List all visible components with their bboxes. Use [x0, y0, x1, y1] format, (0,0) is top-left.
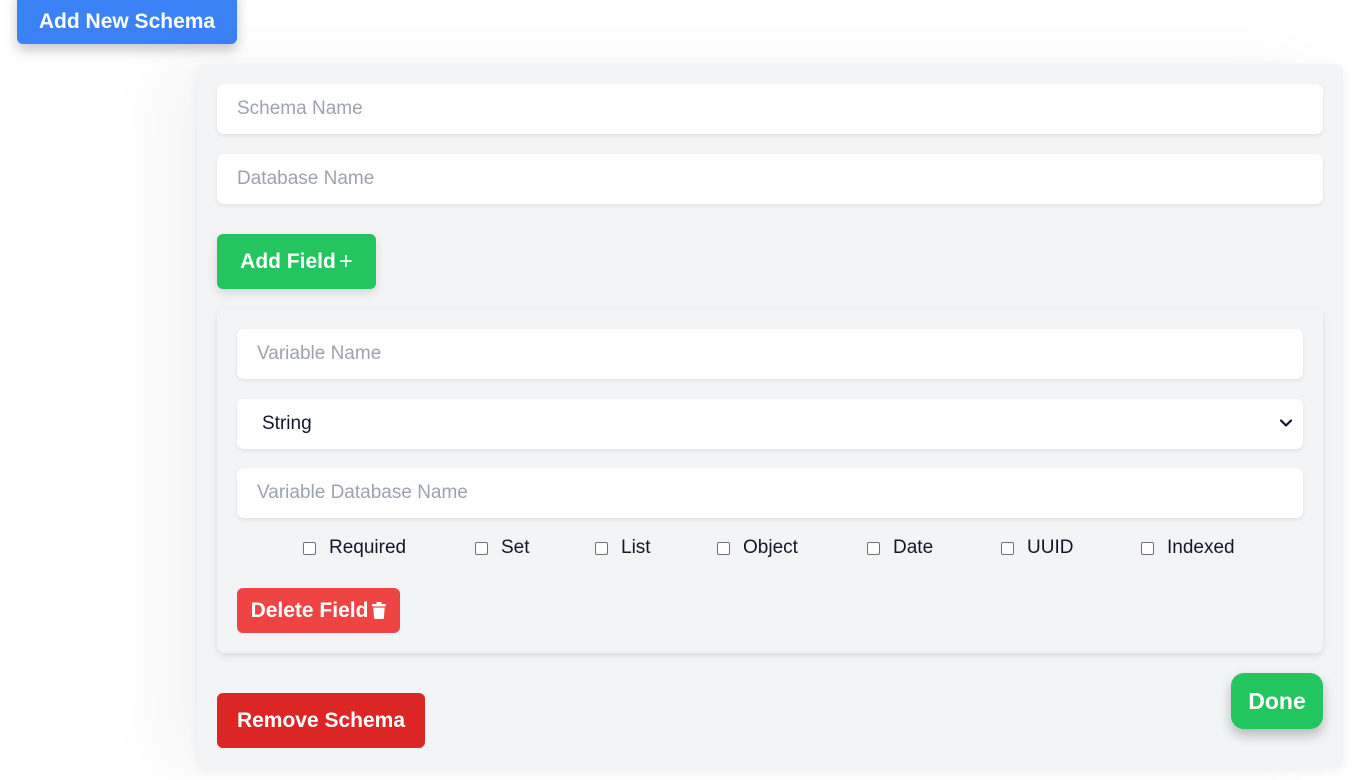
uuid-label: UUID: [1027, 537, 1074, 558]
remove-schema-button[interactable]: Remove Schema: [217, 693, 425, 748]
add-new-schema-button[interactable]: Add New Schema: [17, 0, 237, 44]
plus-icon: +: [338, 247, 353, 275]
add-field-label: Add Field: [240, 249, 336, 273]
variable-database-name-input[interactable]: [237, 468, 1303, 518]
database-name-input[interactable]: [217, 154, 1323, 204]
option-required[interactable]: Required: [303, 537, 406, 559]
chevron-down-icon: [1279, 419, 1293, 427]
date-checkbox[interactable]: [867, 541, 880, 555]
field-type-select[interactable]: String: [237, 399, 1303, 449]
delete-field-label: Delete Field: [250, 598, 369, 622]
required-checkbox[interactable]: [303, 541, 316, 555]
set-checkbox[interactable]: [475, 541, 488, 555]
list-checkbox[interactable]: [595, 541, 608, 555]
schema-card: Add Field + String Required Set List: [197, 64, 1343, 768]
object-checkbox[interactable]: [717, 541, 730, 555]
trash-icon: [372, 602, 387, 619]
object-label: Object: [743, 537, 798, 558]
option-set[interactable]: Set: [475, 537, 530, 559]
field-type-selected-value: String: [262, 413, 312, 434]
option-object[interactable]: Object: [717, 537, 798, 559]
schema-name-input[interactable]: [217, 84, 1323, 134]
date-label: Date: [893, 537, 934, 558]
list-label: List: [621, 537, 651, 558]
field-options: Required Set List Object Date UUID Index…: [217, 537, 1323, 567]
indexed-label: Indexed: [1167, 537, 1235, 558]
option-list[interactable]: List: [595, 537, 651, 559]
option-uuid[interactable]: UUID: [1001, 537, 1073, 559]
set-label: Set: [501, 537, 530, 558]
delete-field-button[interactable]: Delete Field: [237, 588, 400, 633]
variable-name-input[interactable]: [237, 329, 1303, 379]
done-button[interactable]: Done: [1231, 673, 1323, 729]
add-field-button[interactable]: Add Field +: [217, 234, 376, 289]
indexed-checkbox[interactable]: [1141, 541, 1154, 555]
field-card: String Required Set List Object: [217, 309, 1323, 653]
option-indexed[interactable]: Indexed: [1141, 537, 1235, 559]
option-date[interactable]: Date: [867, 537, 933, 559]
uuid-checkbox[interactable]: [1001, 541, 1014, 555]
required-label: Required: [329, 537, 407, 558]
